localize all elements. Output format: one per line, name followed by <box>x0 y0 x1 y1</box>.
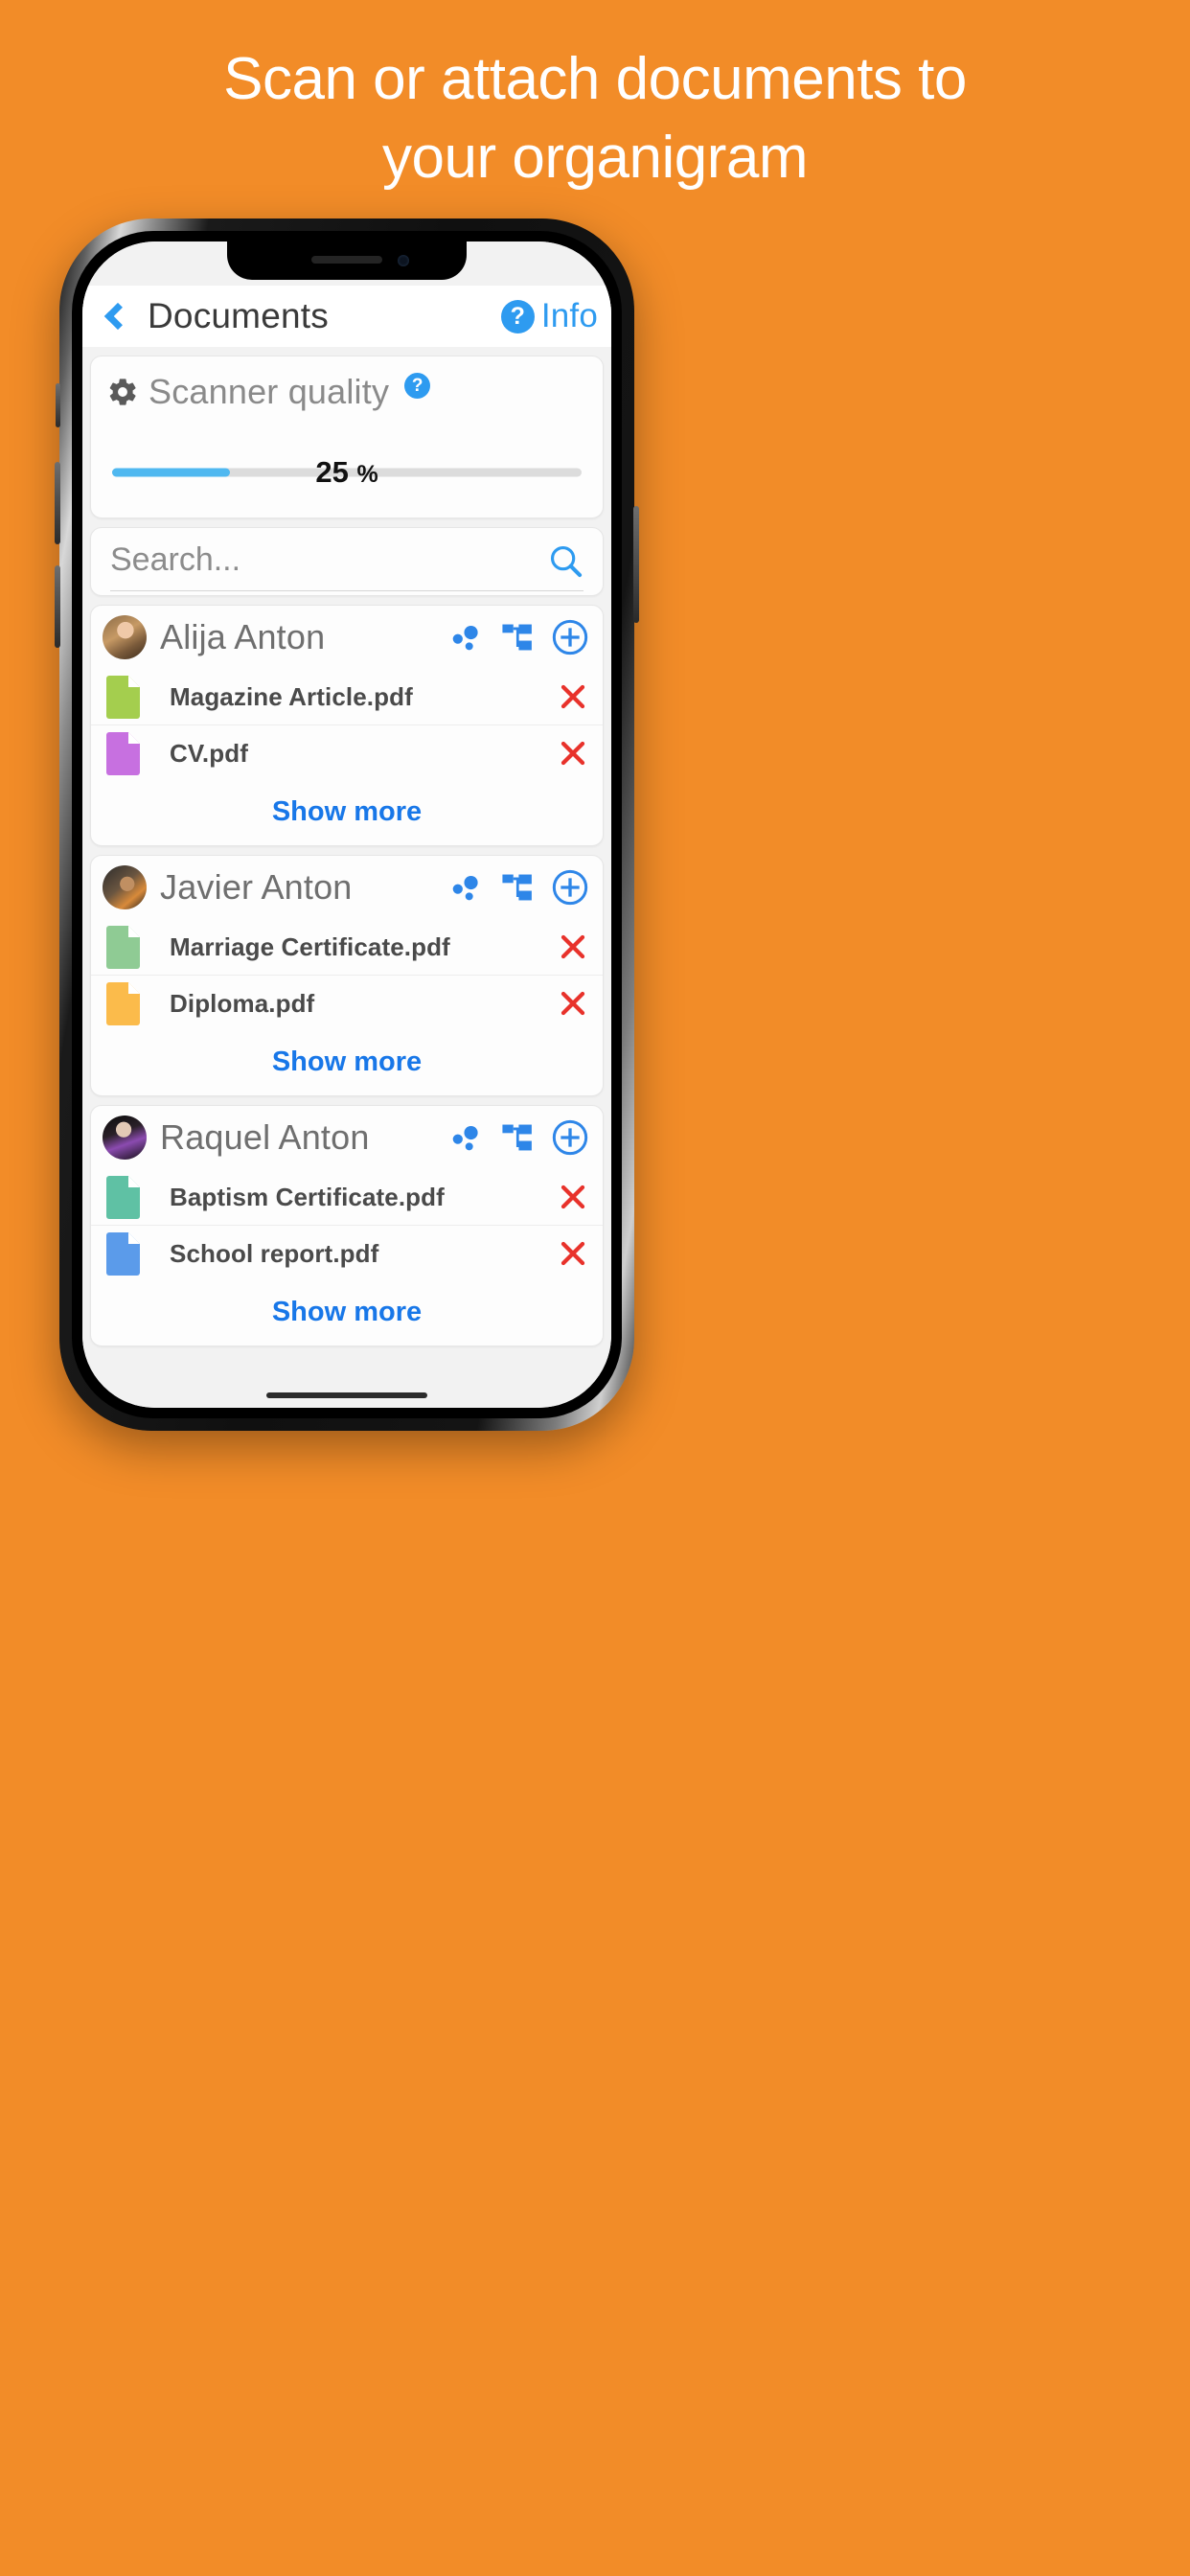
volume-down-button[interactable] <box>55 565 60 648</box>
scanner-quality-card: Scanner quality ? 25 % <box>90 356 604 518</box>
document-row[interactable]: CV.pdf <box>91 725 603 781</box>
info-button-label: Info <box>540 297 598 334</box>
person-name: Raquel Anton <box>160 1117 370 1157</box>
person-card-raquel-anton: Raquel Anton Baptism Certificate.pdf Sch… <box>90 1105 604 1346</box>
relations-bubbles-icon[interactable] <box>451 621 484 654</box>
document-row[interactable]: Baptism Certificate.pdf <box>91 1169 603 1226</box>
close-x-icon[interactable] <box>559 932 587 961</box>
scanner-quality-label: Scanner quality <box>149 372 390 411</box>
app-container: Documents ? Info Scanner quality ? 25 % … <box>82 242 611 1408</box>
promo-headline-line1: Scan or attach documents to <box>223 46 967 112</box>
pdf-file-icon <box>106 732 140 775</box>
person-header[interactable]: Alija Anton <box>91 606 603 669</box>
search-icon[interactable] <box>547 542 584 579</box>
show-more-button[interactable]: Show more <box>91 1031 603 1095</box>
promo-headline-line2: your organigram <box>382 125 808 191</box>
document-row[interactable]: Marriage Certificate.pdf <box>91 919 603 976</box>
scanner-help-icon[interactable]: ? <box>404 372 431 399</box>
person-name: Javier Anton <box>160 867 353 907</box>
document-name: Magazine Article.pdf <box>170 681 413 711</box>
slider-value-unit: % <box>356 461 378 488</box>
people-list: Alija Anton Magazine Article.pdf CV.pdf … <box>82 605 611 1346</box>
person-actions <box>451 618 589 656</box>
document-name: CV.pdf <box>170 738 248 768</box>
close-x-icon[interactable] <box>559 739 587 768</box>
close-x-icon[interactable] <box>559 989 587 1018</box>
plus-circle-icon[interactable] <box>551 868 589 907</box>
mute-switch[interactable] <box>56 383 60 427</box>
phone-bezel: Documents ? Info Scanner quality ? 25 % … <box>72 231 622 1418</box>
document-name: Baptism Certificate.pdf <box>170 1182 445 1211</box>
document-row[interactable]: Diploma.pdf <box>91 976 603 1031</box>
slider-value-label: 25 % <box>106 455 587 490</box>
person-card-javier-anton: Javier Anton Marriage Certificate.pdf Di… <box>90 855 604 1096</box>
avatar-javier[interactable] <box>103 865 147 909</box>
page-title: Documents <box>148 296 329 335</box>
pdf-file-icon <box>106 926 140 969</box>
person-card-alija-anton: Alija Anton Magazine Article.pdf CV.pdf … <box>90 605 604 846</box>
document-name: School report.pdf <box>170 1238 379 1268</box>
phone-mockup: Documents ? Info Scanner quality ? 25 % … <box>55 218 639 1431</box>
show-more-button[interactable]: Show more <box>91 781 603 845</box>
close-x-icon[interactable] <box>559 1239 587 1268</box>
search-row <box>110 541 584 591</box>
document-list: Magazine Article.pdf CV.pdf <box>91 669 603 781</box>
pdf-file-icon <box>106 676 140 719</box>
plus-circle-icon[interactable] <box>551 1118 589 1157</box>
promo-headline: Scan or attach documents to your organig… <box>0 50 1190 188</box>
close-x-icon[interactable] <box>559 682 587 711</box>
person-name: Alija Anton <box>160 617 326 656</box>
pdf-file-icon <box>106 1232 140 1276</box>
info-button[interactable]: ? Info <box>500 297 598 335</box>
avatar-alija[interactable] <box>103 615 147 659</box>
document-row[interactable]: Magazine Article.pdf <box>91 669 603 725</box>
document-name: Diploma.pdf <box>170 988 315 1018</box>
search-card <box>90 527 604 596</box>
relations-bubbles-icon[interactable] <box>451 1121 484 1154</box>
person-actions <box>451 868 589 907</box>
slider-value-number: 25 <box>315 455 349 489</box>
scanner-quality-header: Scanner quality ? <box>106 372 587 412</box>
document-name: Marriage Certificate.pdf <box>170 932 450 961</box>
search-input[interactable] <box>110 541 547 579</box>
front-camera-icon <box>398 255 409 266</box>
show-more-button[interactable]: Show more <box>91 1281 603 1346</box>
pdf-file-icon <box>106 982 140 1025</box>
power-button[interactable] <box>633 506 639 623</box>
scanner-quality-slider[interactable]: 25 % <box>106 452 587 493</box>
chevron-left-icon <box>103 302 132 331</box>
document-row[interactable]: School report.pdf <box>91 1226 603 1281</box>
volume-up-button[interactable] <box>55 462 60 544</box>
earpiece-speaker <box>311 256 382 264</box>
relations-bubbles-icon[interactable] <box>451 871 484 904</box>
pdf-file-icon <box>106 1176 140 1219</box>
question-mark-icon: ? <box>500 299 535 334</box>
person-header[interactable]: Javier Anton <box>91 856 603 919</box>
person-header[interactable]: Raquel Anton <box>91 1106 603 1169</box>
avatar-raquel[interactable] <box>103 1116 147 1160</box>
home-indicator[interactable] <box>266 1392 427 1398</box>
organigram-icon[interactable] <box>501 871 534 904</box>
phone-screen: Documents ? Info Scanner quality ? 25 % … <box>82 242 611 1408</box>
organigram-icon[interactable] <box>501 1121 534 1154</box>
document-list: Baptism Certificate.pdf School report.pd… <box>91 1169 603 1281</box>
navigation-bar: Documents ? Info <box>82 286 611 347</box>
person-actions <box>451 1118 589 1157</box>
phone-notch <box>227 242 467 280</box>
back-button[interactable] <box>96 295 134 337</box>
gear-icon <box>109 379 136 405</box>
close-x-icon[interactable] <box>559 1183 587 1211</box>
document-list: Marriage Certificate.pdf Diploma.pdf <box>91 919 603 1031</box>
organigram-icon[interactable] <box>501 621 534 654</box>
plus-circle-icon[interactable] <box>551 618 589 656</box>
